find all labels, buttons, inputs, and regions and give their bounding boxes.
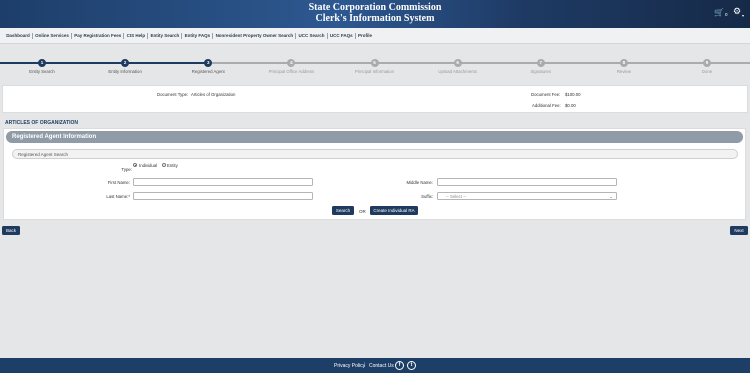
cart-count: 0 [725,12,728,17]
step-marker: 7 [536,59,545,67]
step-marker: 6 [453,59,462,67]
type-entity-radio[interactable] [162,163,166,167]
nav-items: Dashboard Online Services Pay Registration… [4,28,374,44]
progress-tracker: 1 Entity Search 2 Entity Information 3 Regist… [0,56,750,78]
step-label: Entity Search [29,68,55,74]
additional-fee-label: Additional Fee: [532,103,561,108]
search-button[interactable]: Search [332,206,354,215]
nav-item[interactable]: UCC FAQs [328,33,356,39]
nav-item[interactable]: Nonresident Property Owner Search [213,33,297,39]
additional-fee-value: $0.00 [565,103,576,108]
twitter-icon[interactable]: t [407,361,416,370]
site-footer: Privacy Policy | Contact Us f t [0,358,750,373]
header-title-line2: Clerk's Information System [315,13,435,24]
nav-item[interactable]: UCC Search [296,33,328,39]
middle-name-label: Middle Name: [406,180,433,185]
suffix-selected-value: -- Select -- [446,194,467,200]
next-button[interactable]: Next [730,226,748,235]
chevron-down-icon: ⌄ [609,193,613,199]
document-fee-value: $100.00 [565,92,581,97]
step-label: Review [616,68,631,74]
create-individual-ra-button[interactable]: Create Individual RA [370,206,418,215]
privacy-policy-link[interactable]: Privacy Policy [334,363,365,369]
type-label: Type: [121,167,132,172]
step-label: Registered Agent [191,68,225,74]
nav-item[interactable]: Pay Registration Fees [72,33,125,39]
facebook-icon[interactable]: f [395,361,404,370]
header-title-line1: State Corporation Commission [308,2,442,13]
chevron-down-icon[interactable]: ▾ [742,11,744,20]
step-marker: 4 [287,59,296,67]
step-label: Entity Information [108,68,142,74]
document-info-panel: Document Type: Articles of Organization … [2,85,748,113]
first-name-input[interactable] [133,177,313,186]
step-marker: 9 [703,59,711,67]
step-label: Principal Information [354,68,395,74]
site-header: State Corporation Commission Clerk's Inf… [0,0,750,28]
back-button[interactable]: Back [2,226,20,235]
step-label: Principal Office Address [268,68,315,74]
nav-item[interactable]: Online Services [33,33,73,39]
registered-agent-panel-header[interactable]: Registered Agent Information [6,131,743,143]
step-marker: 5 [370,59,379,67]
step-label: Done [701,68,713,74]
document-type-value: Articles of Organization [191,92,236,97]
type-entity-label[interactable]: Entity [167,163,178,168]
contact-us-link[interactable]: Contact Us [369,363,394,369]
first-name-label: First Name: [107,180,130,185]
nav-item[interactable]: Profile [356,33,374,39]
registered-agent-search-title: Registered Agent Search [18,152,69,157]
step-marker: 2 [121,59,130,67]
middle-name-input[interactable] [437,177,617,186]
or-text: OR [359,208,366,214]
registered-agent-panel-title: Registered Agent Information [12,133,97,140]
document-type-label: Document Type: [157,92,189,97]
registered-agent-search-header[interactable]: Registered Agent Search [12,149,738,159]
nav-item[interactable]: Entity Search [148,33,183,39]
step-marker: 1 [38,59,46,67]
step-marker: 8 [619,59,628,67]
last-name-label: Last Name:* [106,194,130,199]
suffix-select[interactable]: -- Select -- ⌄ [437,191,617,200]
cart-icon[interactable]: 🛒 [714,8,724,17]
nav-item[interactable]: Dashboard [4,33,33,39]
step-marker: 3 [204,59,213,67]
progress-line-complete [0,61,209,65]
footer-separator: | [364,361,366,368]
type-individual-radio[interactable] [133,163,137,167]
last-name-input[interactable] [133,191,313,200]
gear-icon[interactable]: ⚙ [733,7,741,16]
main-navigation: Dashboard Online Services Pay Registration… [0,28,750,44]
step-label: Upload Attachments [438,68,477,74]
nav-item[interactable]: Entity FAQs [182,33,214,39]
step-label: Signatures [530,68,552,74]
document-fee-label: Document Fee: [531,92,561,97]
suffix-label: Suffix: [421,194,433,199]
type-individual-label[interactable]: Individual [139,163,157,168]
section-title: ARTICLES OF ORGANIZATION [5,120,78,126]
nav-item[interactable]: CIS Help [124,33,149,39]
